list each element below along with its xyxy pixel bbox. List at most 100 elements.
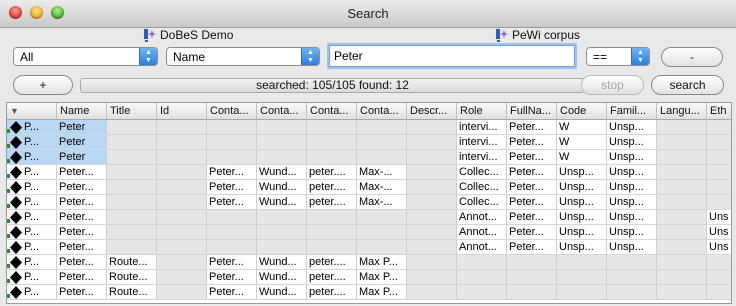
row-node-cell[interactable]: P... xyxy=(7,240,57,255)
table-row[interactable]: P... Peter... Annot... Peter... Unsp... Unsp.… xyxy=(7,240,731,255)
table-cell[interactable] xyxy=(407,270,457,285)
table-cell[interactable] xyxy=(307,120,357,135)
sort-arrow-header[interactable]: ▼ xyxy=(7,103,57,119)
table-cell[interactable] xyxy=(157,225,207,240)
table-cell[interactable] xyxy=(157,240,207,255)
row-node-cell[interactable]: P... xyxy=(7,150,57,165)
table-cell[interactable]: peter.... xyxy=(307,165,357,180)
row-node-cell[interactable]: P... xyxy=(7,270,57,285)
stop-button[interactable]: stop xyxy=(581,75,644,95)
row-node-cell[interactable]: P... xyxy=(7,225,57,240)
search-value-field[interactable] xyxy=(330,46,574,66)
table-cell[interactable] xyxy=(557,255,607,270)
table-cell[interactable] xyxy=(107,225,157,240)
table-cell[interactable] xyxy=(407,165,457,180)
table-cell[interactable]: Peter... xyxy=(207,165,257,180)
table-cell[interactable] xyxy=(307,150,357,165)
table-cell[interactable] xyxy=(257,210,307,225)
table-cell[interactable] xyxy=(407,285,457,300)
table-cell[interactable]: Peter... xyxy=(207,270,257,285)
table-cell[interactable] xyxy=(307,210,357,225)
table-cell[interactable]: Annot... xyxy=(457,240,507,255)
table-cell[interactable] xyxy=(657,150,707,165)
table-cell[interactable] xyxy=(257,135,307,150)
table-cell[interactable] xyxy=(657,165,707,180)
table-cell[interactable]: Peter... xyxy=(507,165,557,180)
table-cell[interactable] xyxy=(607,270,657,285)
table-cell[interactable] xyxy=(257,120,307,135)
table-cell[interactable] xyxy=(707,255,731,270)
table-cell[interactable] xyxy=(107,210,157,225)
table-cell[interactable]: Unsp... xyxy=(607,240,657,255)
table-cell[interactable]: Peter... xyxy=(507,210,557,225)
table-row[interactable]: P... Peter... Annot... Peter... Unsp... Unsp.… xyxy=(7,225,731,240)
table-cell[interactable]: Unsp... xyxy=(607,210,657,225)
table-cell[interactable] xyxy=(157,120,207,135)
table-cell[interactable]: Peter... xyxy=(57,225,107,240)
table-cell[interactable] xyxy=(657,240,707,255)
column-header[interactable]: Famil... xyxy=(607,103,657,119)
table-cell[interactable] xyxy=(207,225,257,240)
table-cell[interactable] xyxy=(157,180,207,195)
table-cell[interactable] xyxy=(607,255,657,270)
row-node-cell[interactable]: P... xyxy=(7,120,57,135)
table-cell[interactable] xyxy=(657,225,707,240)
table-cell[interactable]: Peter... xyxy=(57,240,107,255)
table-row[interactable]: P... Peter... Route... Peter... Wund... peter… xyxy=(7,285,731,300)
table-cell[interactable] xyxy=(307,240,357,255)
column-header[interactable]: Code xyxy=(557,103,607,119)
table-cell[interactable] xyxy=(357,210,407,225)
table-cell[interactable]: Collec... xyxy=(457,195,507,210)
table-row[interactable]: P... Peter... Route... Peter... Wund... peter… xyxy=(7,255,731,270)
table-cell[interactable]: Peter... xyxy=(57,270,107,285)
table-row[interactable]: P... Peter... Peter... Wund... peter.... Max-… xyxy=(7,180,731,195)
table-cell[interactable] xyxy=(657,255,707,270)
table-row[interactable]: P... Peter intervi... Peter... W Unsp... xyxy=(7,150,731,165)
table-cell[interactable] xyxy=(507,285,557,300)
table-cell[interactable]: Max P... xyxy=(357,255,407,270)
table-row[interactable]: P... Peter... Route... Peter... Wund... peter… xyxy=(7,270,731,285)
table-cell[interactable] xyxy=(707,150,731,165)
table-cell[interactable] xyxy=(557,285,607,300)
table-cell[interactable] xyxy=(107,120,157,135)
table-cell[interactable] xyxy=(507,255,557,270)
table-cell[interactable]: Wund... xyxy=(257,195,307,210)
table-cell[interactable]: peter.... xyxy=(307,195,357,210)
table-cell[interactable]: Collec... xyxy=(457,165,507,180)
table-cell[interactable]: Max P... xyxy=(357,270,407,285)
table-cell[interactable]: peter.... xyxy=(307,270,357,285)
table-cell[interactable]: Collec... xyxy=(457,180,507,195)
table-cell[interactable]: Max-... xyxy=(357,195,407,210)
table-cell[interactable] xyxy=(407,150,457,165)
table-cell[interactable]: Peter... xyxy=(507,180,557,195)
table-cell[interactable] xyxy=(657,180,707,195)
table-cell[interactable] xyxy=(407,180,457,195)
column-header[interactable]: Eth xyxy=(707,103,731,119)
table-cell[interactable]: Peter... xyxy=(507,195,557,210)
table-cell[interactable]: Annot... xyxy=(457,225,507,240)
table-cell[interactable] xyxy=(407,120,457,135)
table-cell[interactable]: Unsp... xyxy=(557,165,607,180)
table-cell[interactable] xyxy=(657,195,707,210)
row-node-cell[interactable]: P... xyxy=(7,165,57,180)
column-header[interactable]: Id xyxy=(157,103,207,119)
table-cell[interactable]: Wund... xyxy=(257,165,307,180)
table-cell[interactable] xyxy=(657,270,707,285)
table-cell[interactable]: Max P... xyxy=(357,285,407,300)
table-cell[interactable]: Peter... xyxy=(57,210,107,225)
column-header[interactable]: Conta... xyxy=(207,103,257,119)
table-cell[interactable]: Wund... xyxy=(257,270,307,285)
column-header[interactable]: Title xyxy=(107,103,157,119)
table-cell[interactable] xyxy=(457,270,507,285)
table-cell[interactable]: Max-... xyxy=(357,180,407,195)
table-cell[interactable]: Peter... xyxy=(507,135,557,150)
table-cell[interactable]: Wund... xyxy=(257,255,307,270)
table-cell[interactable]: Uns xyxy=(707,225,731,240)
table-cell[interactable] xyxy=(357,120,407,135)
table-cell[interactable] xyxy=(157,270,207,285)
column-header[interactable]: Conta... xyxy=(357,103,407,119)
table-cell[interactable] xyxy=(157,210,207,225)
table-cell[interactable]: Unsp... xyxy=(607,165,657,180)
table-cell[interactable]: Peter xyxy=(57,135,107,150)
table-cell[interactable] xyxy=(107,165,157,180)
